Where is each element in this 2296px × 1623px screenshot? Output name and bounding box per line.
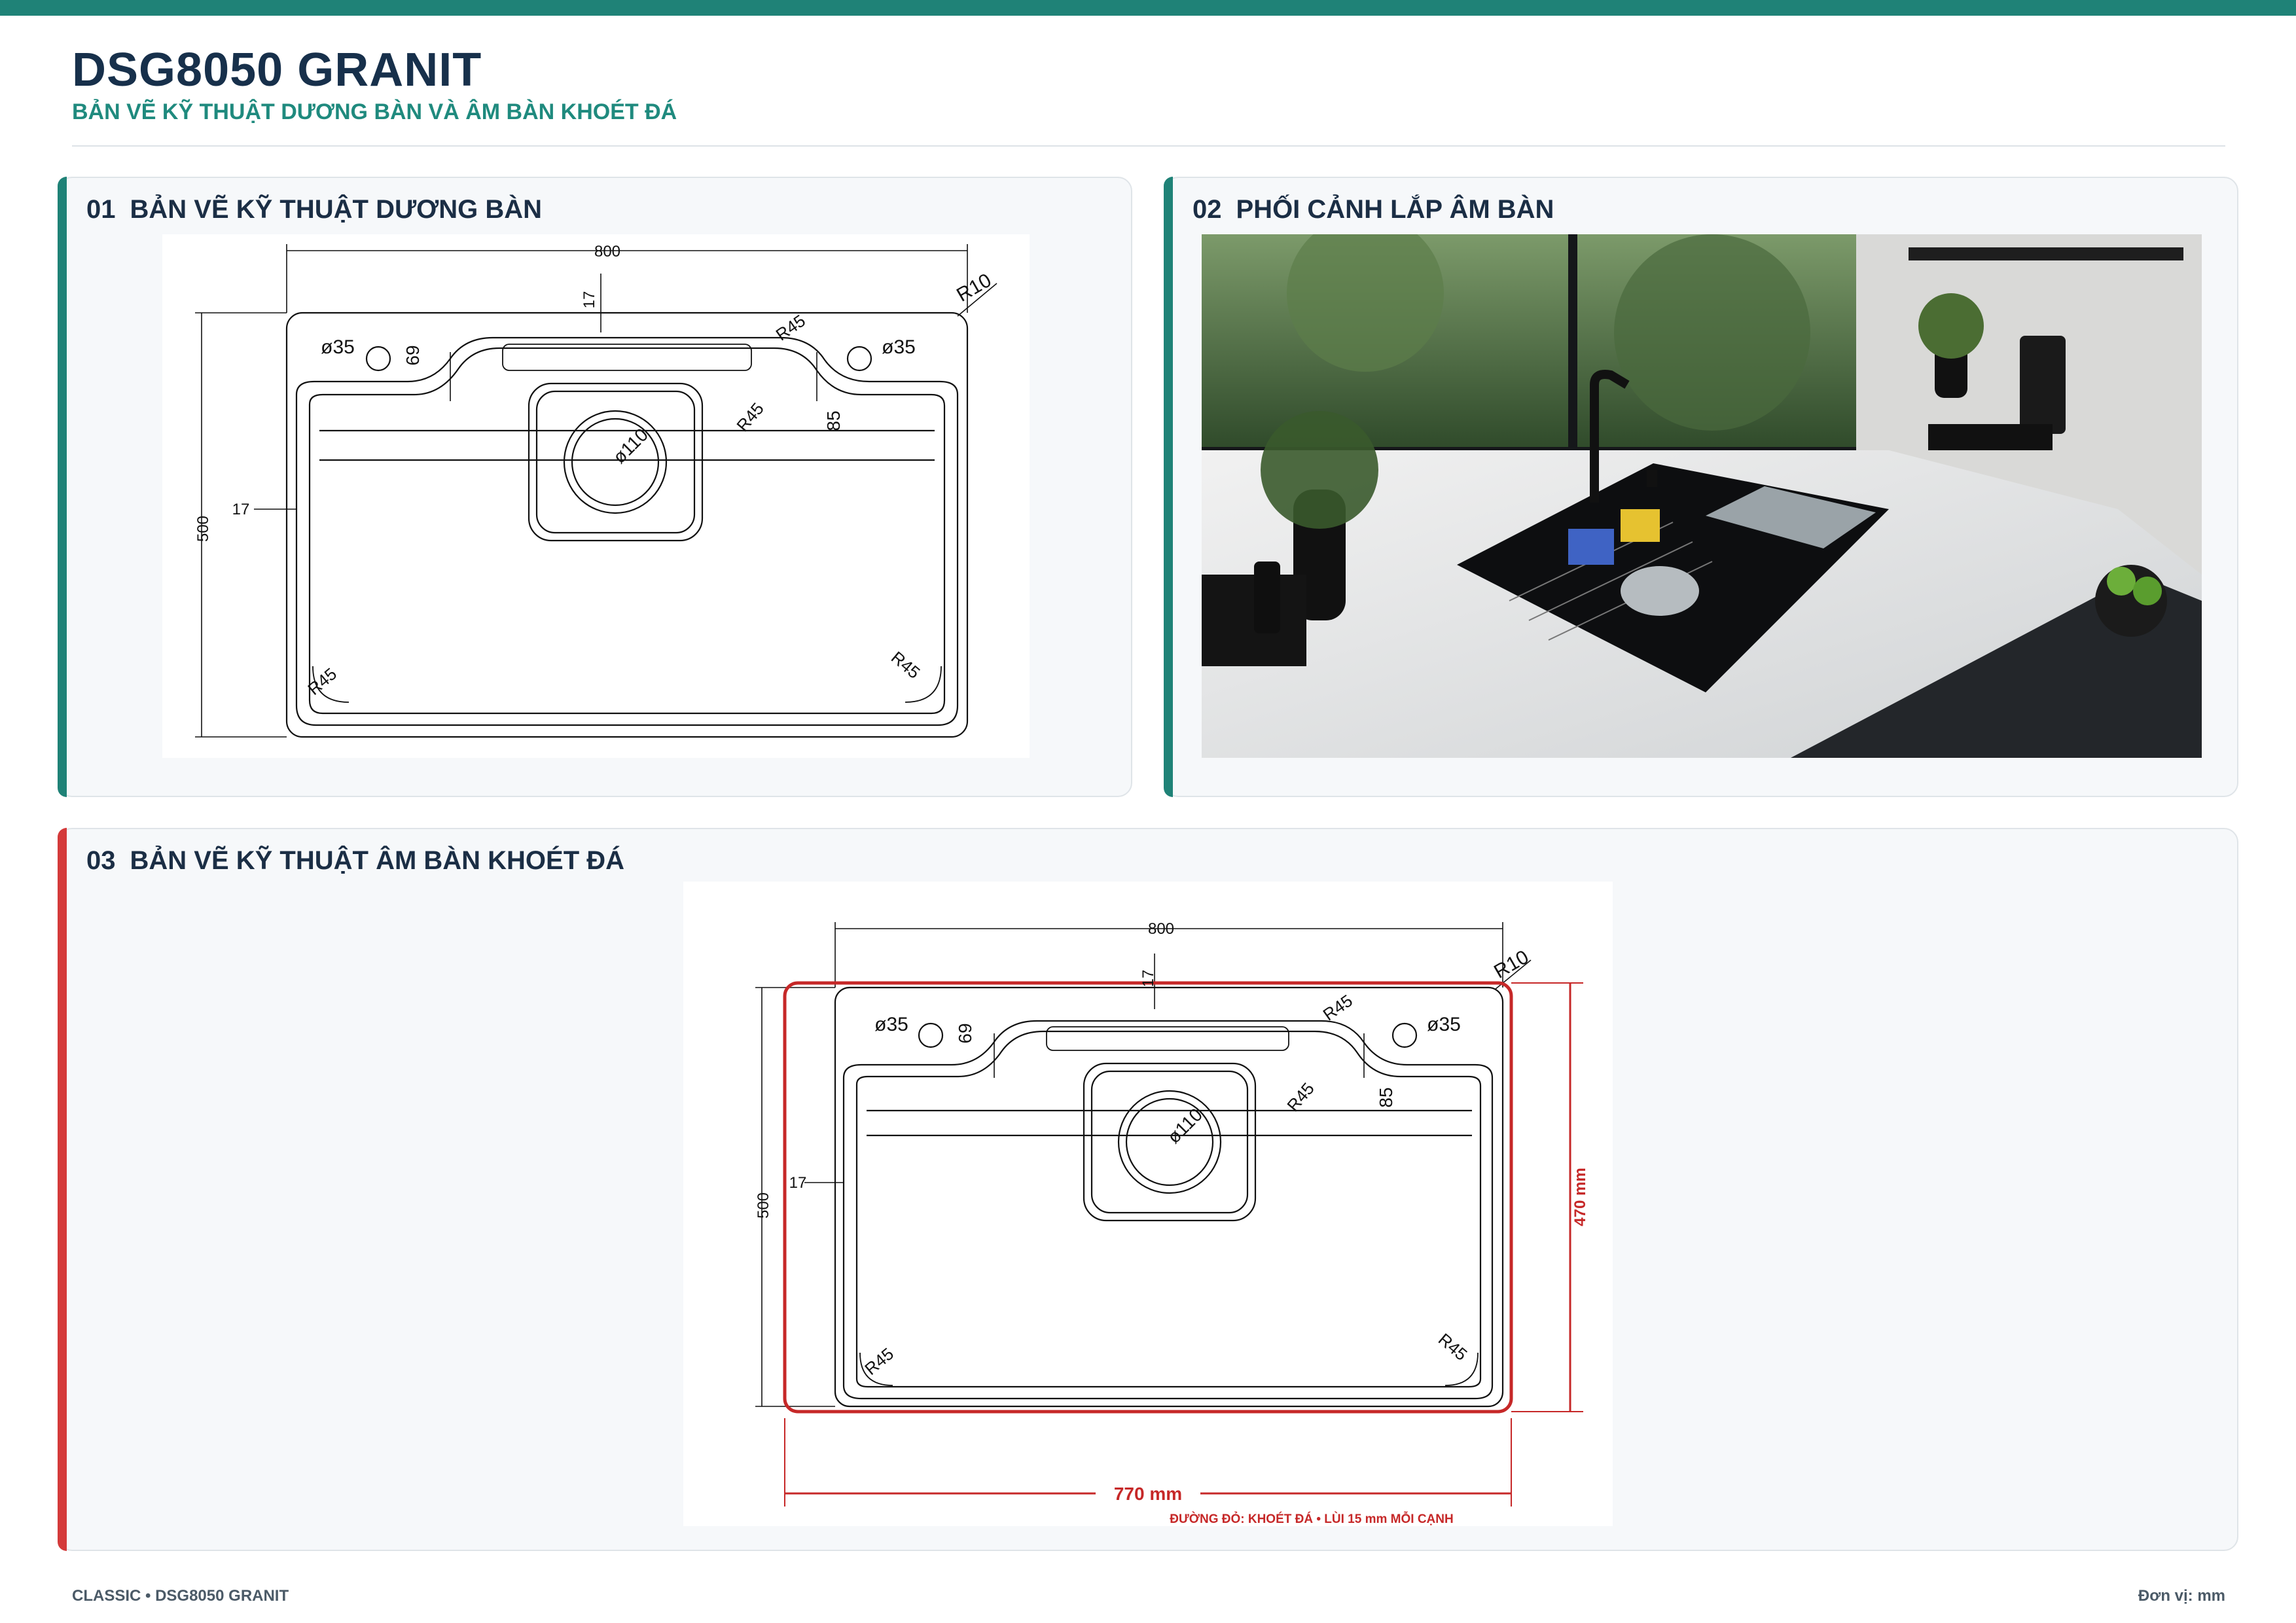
label-tap-right: ø35 xyxy=(1427,1014,1461,1035)
dim-height: 500 xyxy=(755,1192,772,1219)
header-divider xyxy=(72,145,2225,147)
label-r10: R10 xyxy=(1490,946,1532,983)
panel-undermount-cutout: 03 BẢN VẼ KỸ THUẬT ÂM BÀN KHOÉT ĐÁ 800 5… xyxy=(58,828,2238,1551)
label-step: 85 xyxy=(1376,1087,1396,1107)
cutout-note: ĐƯỜNG ĐỎ: KHOÉT ĐÁ • LÙI 15 mm MỖI CẠNH xyxy=(1170,1512,1453,1526)
panel-number: 03 xyxy=(86,846,116,875)
sponge-blue xyxy=(1568,529,1614,565)
label-step: 85 xyxy=(823,410,844,431)
sponge-yellow xyxy=(1621,509,1660,542)
undermount-drawing: 800 500 17 17 ø35 ø35 69 ø110 R10 R45 R4… xyxy=(683,882,1613,1526)
drain-box-inner xyxy=(535,390,696,534)
drain-box-inner xyxy=(1090,1070,1249,1214)
panel-accent xyxy=(58,177,67,797)
label-r45-top: R45 xyxy=(772,311,809,345)
bowl xyxy=(1621,566,1699,616)
dim-edge-top: 17 xyxy=(581,291,598,309)
sink-technical-drawing: 800 500 17 17 ø35 ø35 69 ø110 R10 R45 R4… xyxy=(194,243,997,738)
label-r45-br: R45 xyxy=(888,647,924,683)
label-tap-left: ø35 xyxy=(874,1014,908,1035)
dim-height: 500 xyxy=(194,516,212,542)
panel-title: 02 PHỐI CẢNH LẮP ÂM BÀN xyxy=(1193,195,1554,224)
dim-edge-left: 17 xyxy=(789,1174,807,1192)
basin-outline-outer xyxy=(295,336,959,726)
panel-heading: BẢN VẼ KỸ THUẬT DƯƠNG BÀN xyxy=(130,195,543,224)
dim-width: 800 xyxy=(594,243,620,260)
basin-outline-outer xyxy=(842,1020,1494,1400)
panel-accent xyxy=(1164,177,1173,797)
panel-heading: PHỐI CẢNH LẮP ÂM BÀN xyxy=(1236,195,1554,224)
label-r45-mid: R45 xyxy=(732,399,768,435)
label-r45-bl: R45 xyxy=(861,1344,897,1379)
drain-circle-inner xyxy=(1125,1097,1214,1186)
drain-circle-inner xyxy=(571,418,660,507)
panel-perspective-view: 02 PHỐI CẢNH LẮP ÂM BÀN xyxy=(1164,177,2238,797)
panel-accent xyxy=(58,828,67,1551)
label-r45-top: R45 xyxy=(1319,991,1356,1025)
cutting-board xyxy=(2020,336,2066,434)
dim-edge-top: 17 xyxy=(1139,970,1157,988)
panel-number: 01 xyxy=(86,195,116,224)
panel-heading: BẢN VẼ KỸ THUẬT ÂM BÀN KHOÉT ĐÁ xyxy=(130,846,625,875)
basin-outline-inner xyxy=(308,347,946,715)
label-r45-mid: R45 xyxy=(1283,1079,1318,1115)
drain-box-outer xyxy=(1083,1062,1257,1222)
top-mount-drawing: 800 500 17 17 ø35 ø35 69 ø110 R10 R45 R4… xyxy=(162,234,1030,758)
kitchen-illustration xyxy=(1202,234,2202,758)
label-tap-left: ø35 xyxy=(321,336,355,358)
tap-hole-right xyxy=(846,346,872,372)
drain-circle-outer xyxy=(563,410,668,514)
label-r45-br: R45 xyxy=(1435,1329,1471,1364)
tap-hole-left xyxy=(365,346,391,372)
cutout-width-label: 770 mm xyxy=(1114,1484,1182,1504)
footer-product: CLASSIC • DSG8050 GRANIT xyxy=(72,1587,289,1605)
panel-top-mount-drawing: 01 BẢN VẼ KỸ THUẬT DƯƠNG BÀN 800 500 17 … xyxy=(58,177,1132,797)
drain-circle-outer xyxy=(1117,1090,1222,1194)
drain-box-outer xyxy=(528,382,704,542)
label-tap-offset: 69 xyxy=(955,1023,975,1043)
cutout-height-label: 470 mm xyxy=(1571,1168,1589,1226)
panel-title: 03 BẢN VẼ KỸ THUẬT ÂM BÀN KHOÉT ĐÁ xyxy=(86,846,624,876)
top-rail xyxy=(1046,1026,1289,1051)
dim-edge-left: 17 xyxy=(232,501,250,518)
dim-width: 800 xyxy=(1148,920,1174,938)
cutout-technical-drawing: 800 500 17 17 ø35 ø35 69 ø110 R10 R45 R4… xyxy=(755,920,1589,1526)
panel-title: 01 BẢN VẼ KỸ THUẬT DƯƠNG BÀN xyxy=(86,195,542,224)
footer-unit: Đơn vị: mm xyxy=(2138,1587,2225,1605)
kitchen-photo xyxy=(1202,234,2202,758)
panel-number: 02 xyxy=(1193,195,1222,224)
tap-hole-right xyxy=(1391,1022,1418,1048)
basin-outline-inner xyxy=(855,1030,1482,1388)
wall-shelf xyxy=(1909,247,2183,260)
label-r10: R10 xyxy=(953,270,995,306)
label-tap-offset: 69 xyxy=(403,345,423,365)
label-tap-right: ø35 xyxy=(882,336,916,358)
page-title: DSG8050 GRANIT xyxy=(72,44,482,96)
tap-hole-left xyxy=(918,1022,944,1048)
sink-outline xyxy=(285,312,969,738)
page-subtitle: BẢN VẼ KỸ THUẬT DƯƠNG BÀN VÀ ÂM BÀN KHOÉ… xyxy=(72,99,677,124)
top-accent-bar xyxy=(0,0,2296,16)
